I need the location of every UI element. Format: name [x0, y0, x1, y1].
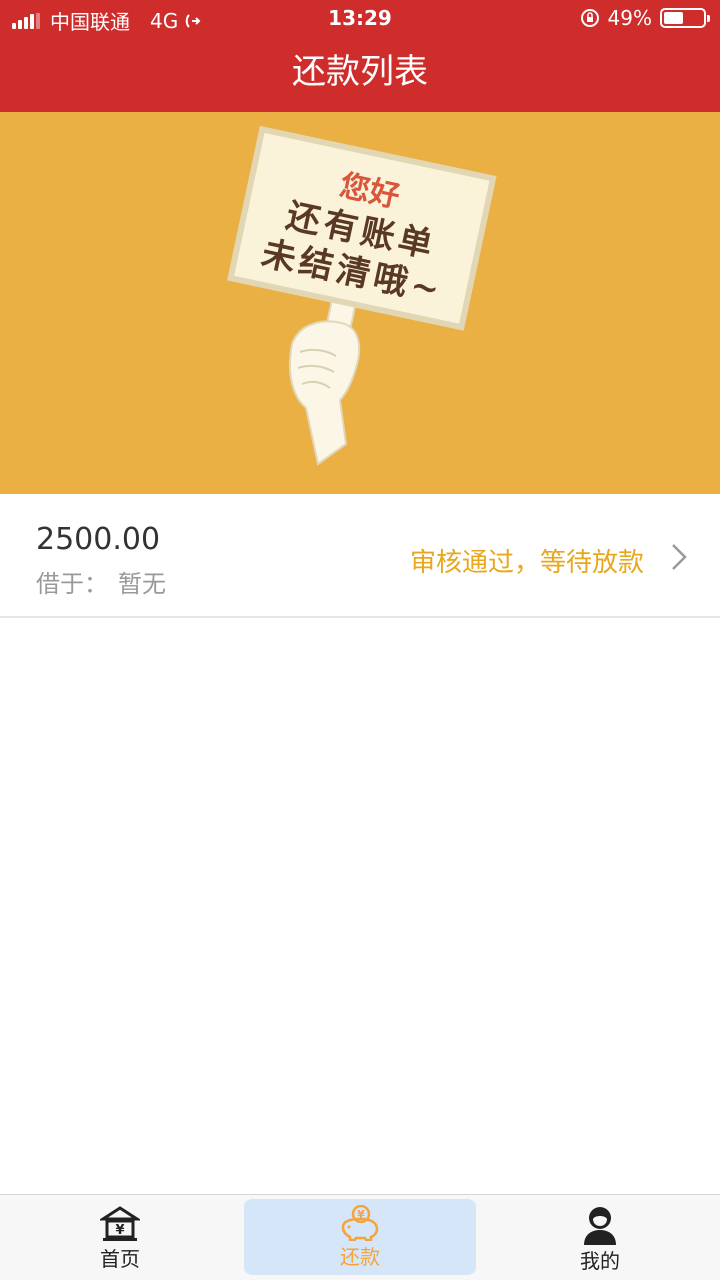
repayment-record[interactable]: 2500.00 借于： 暂无 审核通过，等待放款 [0, 494, 720, 618]
sign-illustration: 您好 还有账单 未结清哦~ [227, 125, 497, 466]
loan-amount: 2500.00 [36, 522, 161, 557]
loan-status: 审核通过，等待放款 [409, 548, 644, 578]
status-bar: 中国联通 4G 13:29 49% [0, 0, 720, 36]
bank-icon: ¥ [100, 1206, 140, 1241]
svg-text:¥: ¥ [115, 1223, 124, 1238]
rotation-lock-icon [580, 9, 599, 27]
nav-bar: 还款列表 [0, 36, 720, 112]
piggy-bank-icon: ¥ [341, 1205, 379, 1241]
user-icon [584, 1207, 616, 1245]
lender-label: 借于： [36, 570, 108, 598]
hand-icon [288, 320, 361, 466]
lender-value: 暂无 [118, 570, 166, 598]
banner: 您好 还有账单 未结清哦~ [0, 112, 720, 494]
tab-bar: ¥ 首页 ¥ 还款 我的 [0, 1194, 720, 1280]
tab-mine-label: 我的 [580, 1249, 620, 1273]
battery-icon [660, 8, 710, 28]
tab-home[interactable]: ¥ 首页 [0, 1195, 240, 1280]
battery-percent: 49% [607, 6, 652, 30]
tab-repay-label: 还款 [340, 1245, 380, 1269]
tab-repay[interactable]: ¥ 还款 [244, 1199, 476, 1275]
lender-info: 借于： 暂无 [36, 564, 166, 599]
page-title: 还款列表 [292, 52, 428, 92]
tab-mine[interactable]: 我的 [480, 1195, 720, 1280]
chevron-right-icon [672, 544, 687, 570]
tab-home-label: 首页 [100, 1247, 140, 1271]
